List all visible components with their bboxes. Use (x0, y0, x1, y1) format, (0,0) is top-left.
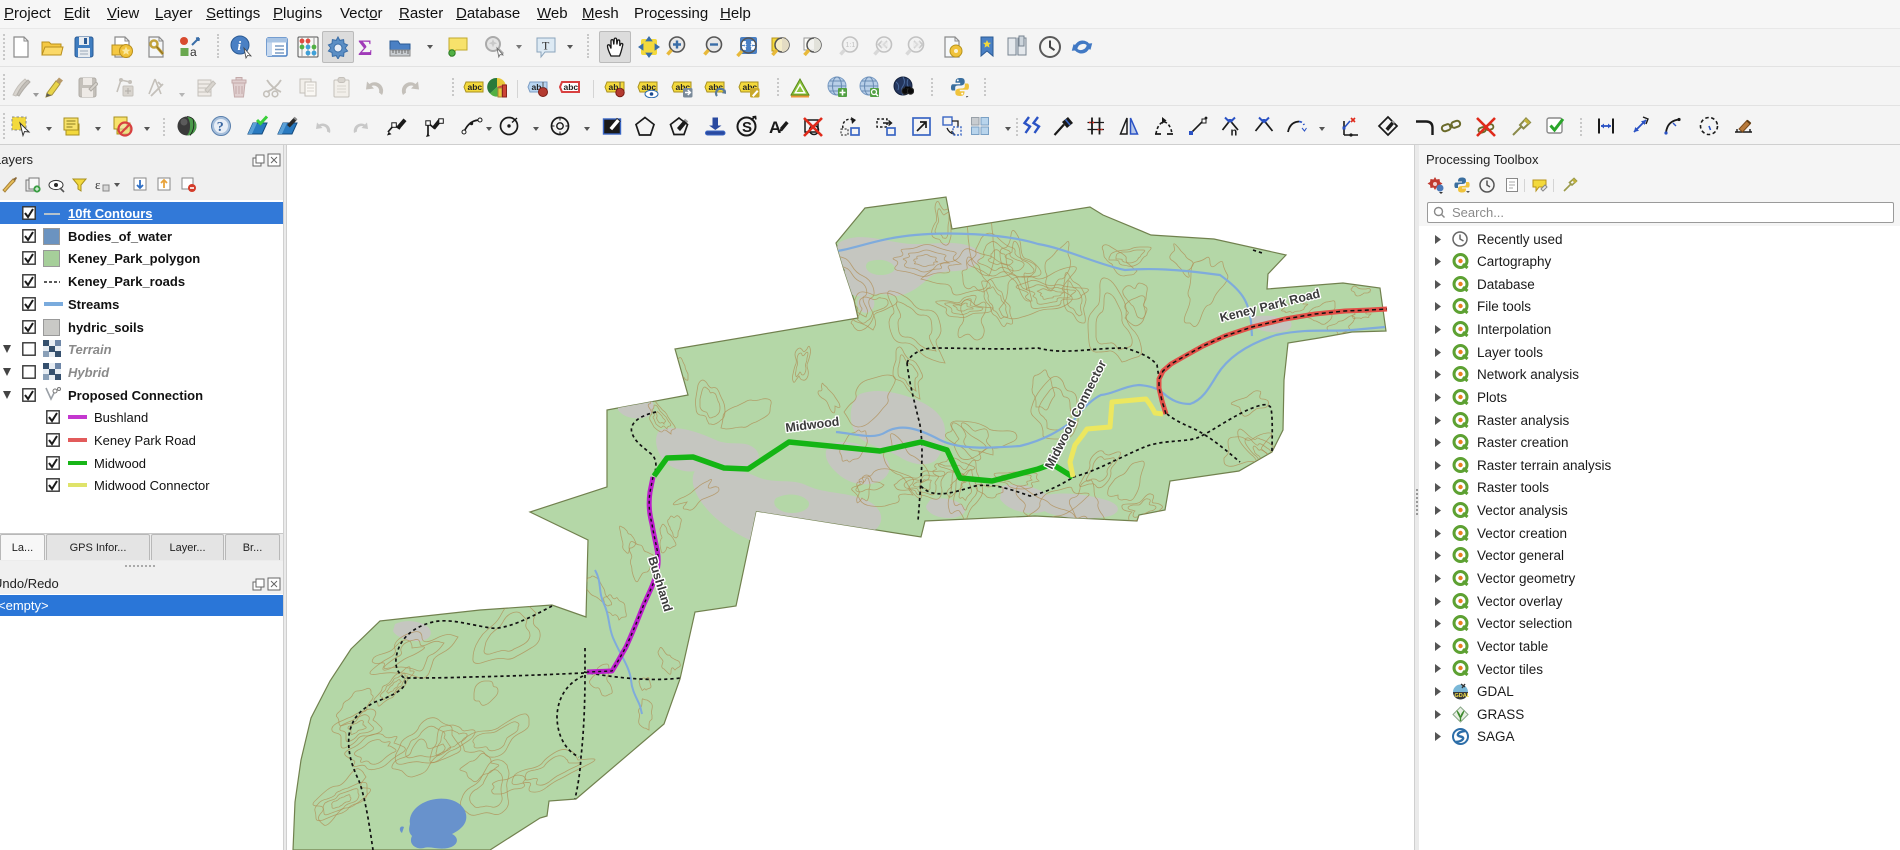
svg-text:1:1: 1:1 (846, 42, 856, 49)
svg-text:?: ? (217, 120, 224, 135)
svg-text:abc: abc (468, 82, 483, 92)
svg-text:abc: abc (564, 82, 579, 92)
svg-text:a: a (190, 45, 197, 59)
svg-text:i: i (238, 38, 242, 53)
svg-text:ε: ε (95, 177, 101, 192)
svg-text:T: T (542, 39, 550, 53)
svg-text:S: S (742, 119, 752, 136)
svg-text:n: n (1231, 127, 1238, 138)
svg-text:Σ: Σ (358, 35, 372, 59)
svg-text:A: A (769, 118, 781, 137)
svg-text:GDAL: GDAL (1455, 693, 1470, 699)
